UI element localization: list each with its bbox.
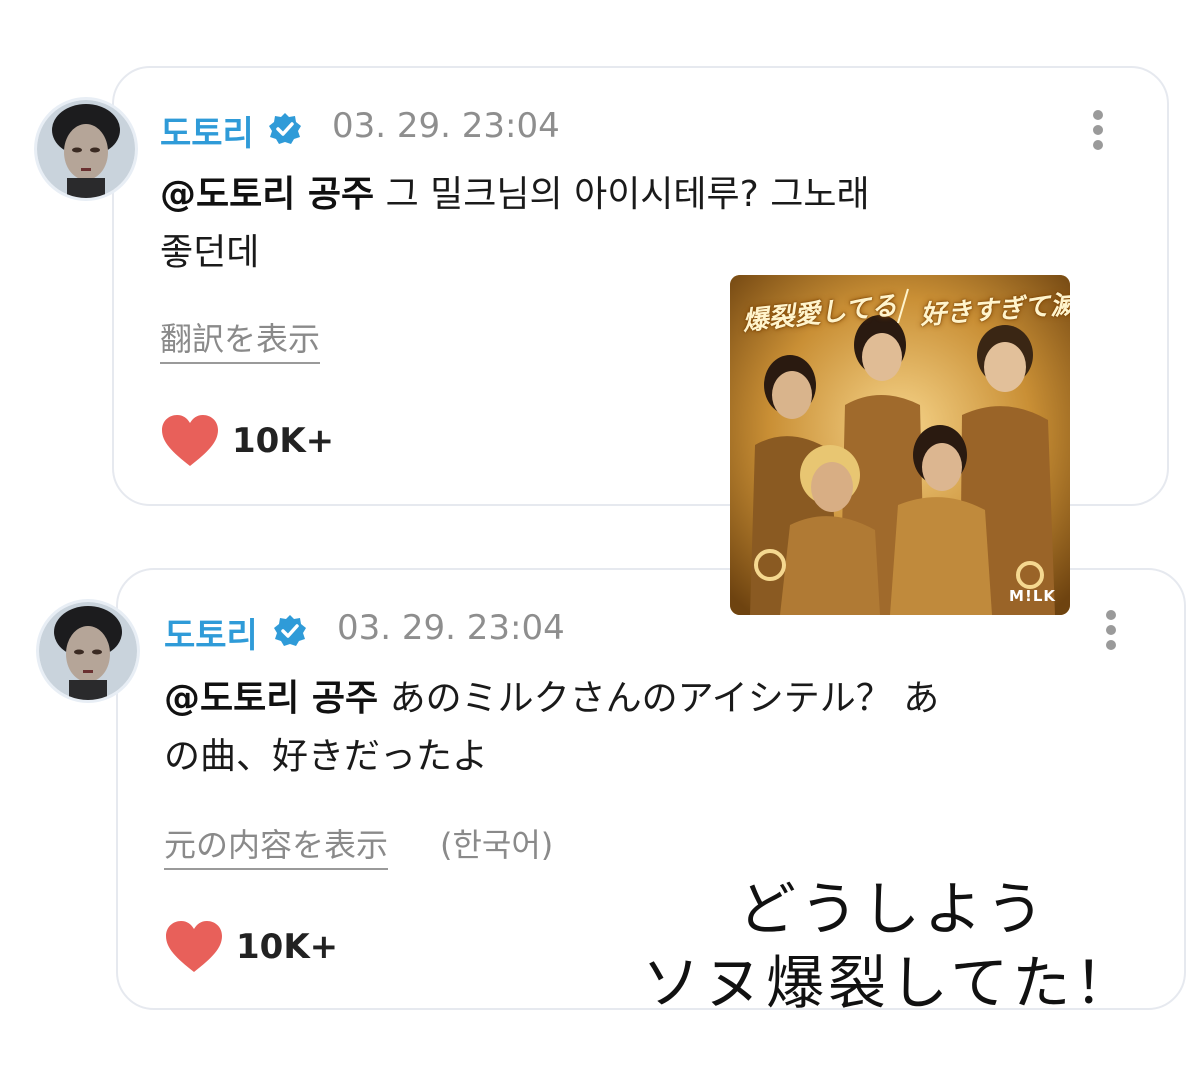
more-vert-icon[interactable] — [1104, 610, 1118, 650]
avatar[interactable] — [39, 602, 137, 700]
more-vert-icon[interactable] — [1091, 110, 1105, 150]
comment-text-line: 그 밀크님의 아이시테루? 그노래 — [374, 174, 870, 215]
caption-line: どうしよう — [738, 875, 1049, 943]
comment-text: @도토리 공주 あのミルクさんのアイシテル？ あ の曲、好きだったよ — [164, 670, 1124, 786]
show-translation-link[interactable]: 翻訳を表示 — [160, 314, 321, 364]
like-count: 10K+ — [232, 421, 335, 461]
author-name[interactable]: 도토리 — [164, 608, 258, 657]
album-cover-image: 爆裂愛してる 好きすぎて滅! M!LK — [730, 275, 1070, 615]
author-name[interactable]: 도토리 — [160, 106, 254, 155]
caption-line: ソヌ爆裂してた！ — [642, 949, 1137, 1017]
avatar[interactable] — [37, 100, 135, 198]
mention-link[interactable]: @도토리 공주 — [164, 678, 378, 719]
album-logo: M!LK — [1009, 587, 1056, 605]
comment-text-line: あのミルクさんのアイシテル？ あ — [378, 678, 940, 719]
comment-text-line: 좋던데 — [160, 232, 260, 273]
heart-icon[interactable] — [164, 920, 224, 974]
language-tag: (한국어) — [440, 826, 554, 864]
show-original-link[interactable]: 元の内容を表示 — [164, 820, 389, 870]
timestamp: 03. 29. 23:04 — [337, 608, 565, 648]
mention-link[interactable]: @도토리 공주 — [160, 174, 374, 215]
like-count: 10K+ — [236, 927, 339, 967]
timestamp: 03. 29. 23:04 — [332, 106, 560, 146]
heart-icon[interactable] — [160, 414, 220, 468]
comment-text: @도토리 공주 그 밀크님의 아이시테루? 그노래 좋던데 — [160, 166, 1040, 282]
verified-badge-icon — [274, 615, 306, 646]
comment-text-line: の曲、好きだったよ — [164, 736, 489, 777]
verified-badge-icon — [269, 113, 301, 144]
